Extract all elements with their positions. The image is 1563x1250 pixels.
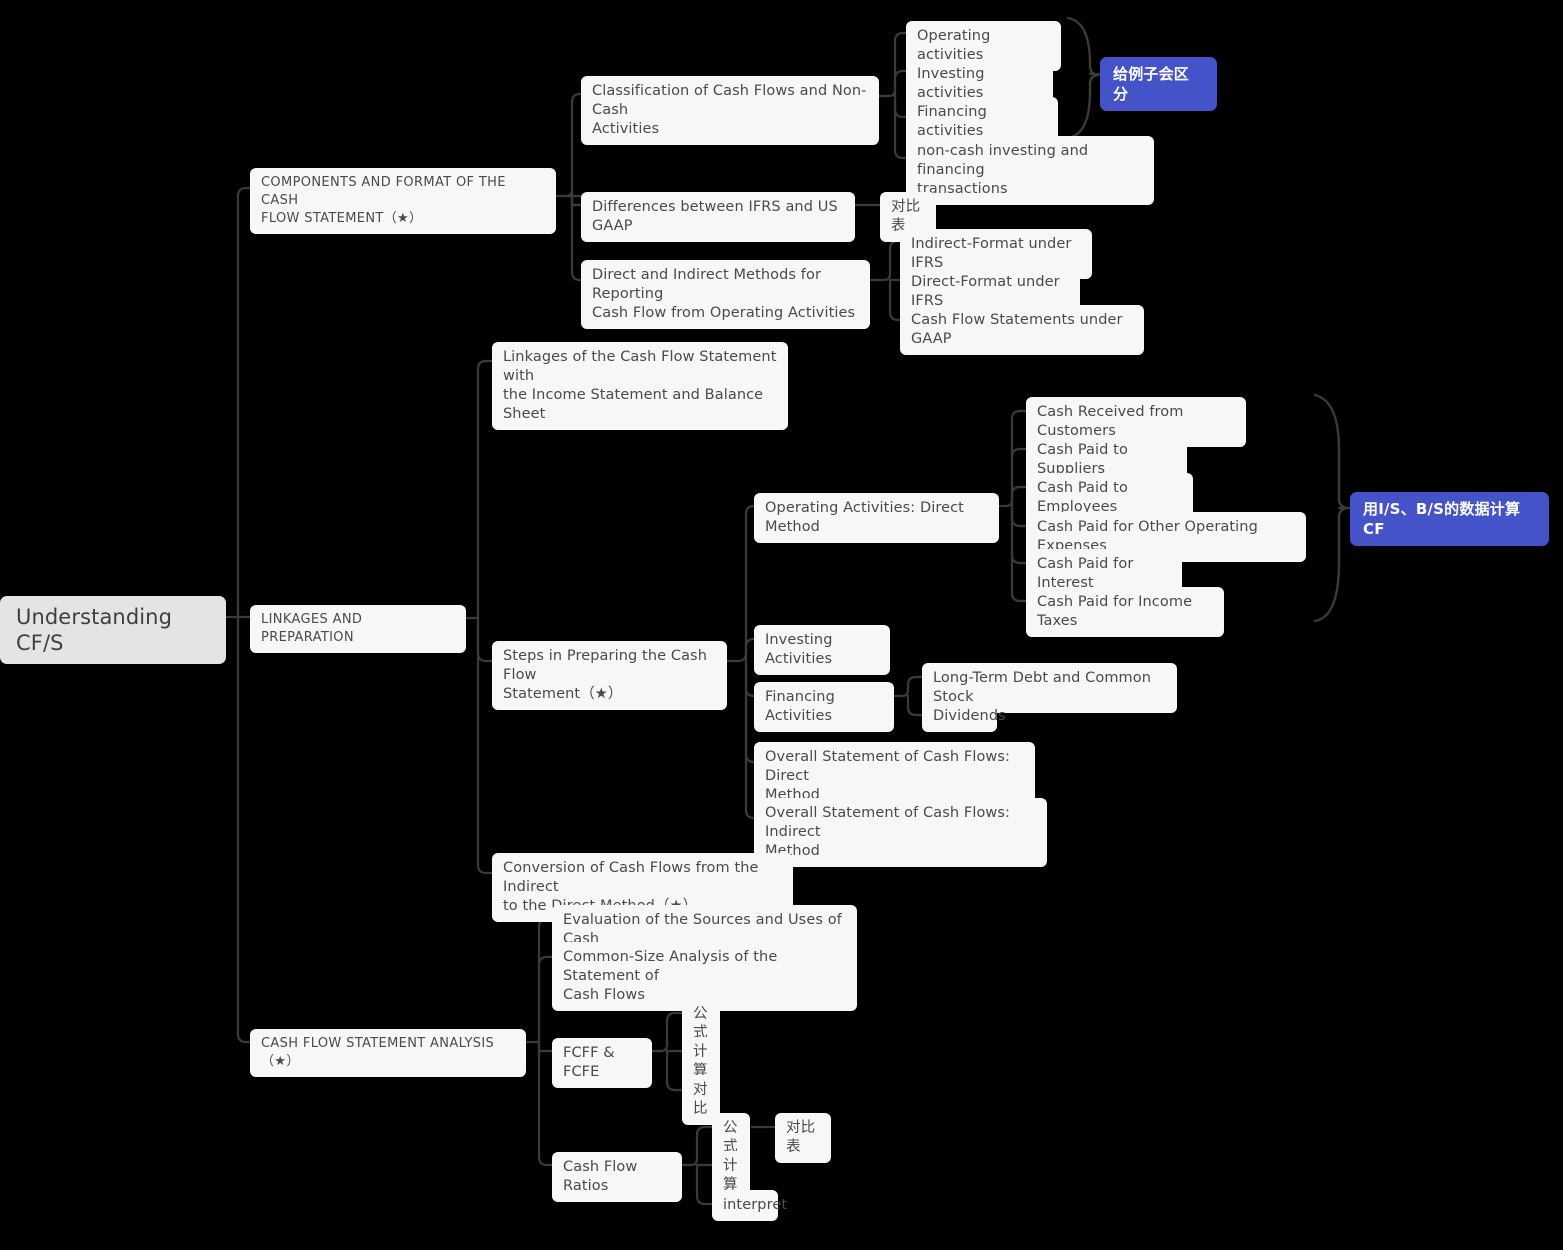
node-ratios-comparison-table[interactable]: 对比表 bbox=[775, 1113, 831, 1163]
branch-components-and-format[interactable]: COMPONENTS AND FORMAT OF THE CASH FLOW S… bbox=[250, 168, 556, 234]
node-fcff-and-fcfe[interactable]: FCFF & FCFE bbox=[552, 1038, 652, 1088]
node-non-cash-transactions[interactable]: non-cash investing and financing transac… bbox=[906, 136, 1154, 205]
node-financing-activities-step[interactable]: Financing Activities bbox=[754, 682, 894, 732]
node-operating-activities-direct-method[interactable]: Operating Activities: Direct Method bbox=[754, 493, 999, 543]
branch-linkages-and-preparation[interactable]: LINKAGES AND PREPARATION bbox=[250, 605, 466, 653]
branch-cash-flow-statement-analysis[interactable]: CASH FLOW STATEMENT ANALYSIS（★） bbox=[250, 1029, 526, 1077]
root-node[interactable]: Understanding CF/S bbox=[0, 596, 226, 664]
mindmap-canvas: Understanding CF/S COMPONENTS AND FORMAT… bbox=[0, 0, 1563, 1250]
badge-give-examples-to-distinguish[interactable]: 给例子会区分 bbox=[1100, 57, 1217, 111]
node-dividends[interactable]: Dividends bbox=[922, 701, 1006, 732]
node-cash-flow-statements-under-gaap[interactable]: Cash Flow Statements under GAAP bbox=[900, 305, 1144, 355]
node-direct-and-indirect-methods[interactable]: Direct and Indirect Methods for Reportin… bbox=[581, 260, 870, 329]
badge-compute-cf-from-is-bs[interactable]: 用I/S、B/S的数据计算CF bbox=[1350, 492, 1549, 546]
node-differences-ifrs-us-gaap[interactable]: Differences between IFRS and US GAAP bbox=[581, 192, 855, 242]
node-cash-paid-for-income-taxes[interactable]: Cash Paid for Income Taxes bbox=[1026, 587, 1224, 637]
node-linkages-of-cash-flow-statement[interactable]: Linkages of the Cash Flow Statement with… bbox=[492, 342, 788, 430]
node-investing-activities-step[interactable]: Investing Activities bbox=[754, 625, 890, 675]
node-overall-statement-indirect-method[interactable]: Overall Statement of Cash Flows: Indirec… bbox=[754, 798, 1047, 867]
node-ratios-interpret[interactable]: interpret bbox=[712, 1190, 787, 1221]
node-classification-of-cash-flows[interactable]: Classification of Cash Flows and Non-Cas… bbox=[581, 76, 879, 145]
node-steps-in-preparing-cfs[interactable]: Steps in Preparing the Cash Flow Stateme… bbox=[492, 641, 727, 710]
node-cash-flow-ratios[interactable]: Cash Flow Ratios bbox=[552, 1152, 682, 1202]
